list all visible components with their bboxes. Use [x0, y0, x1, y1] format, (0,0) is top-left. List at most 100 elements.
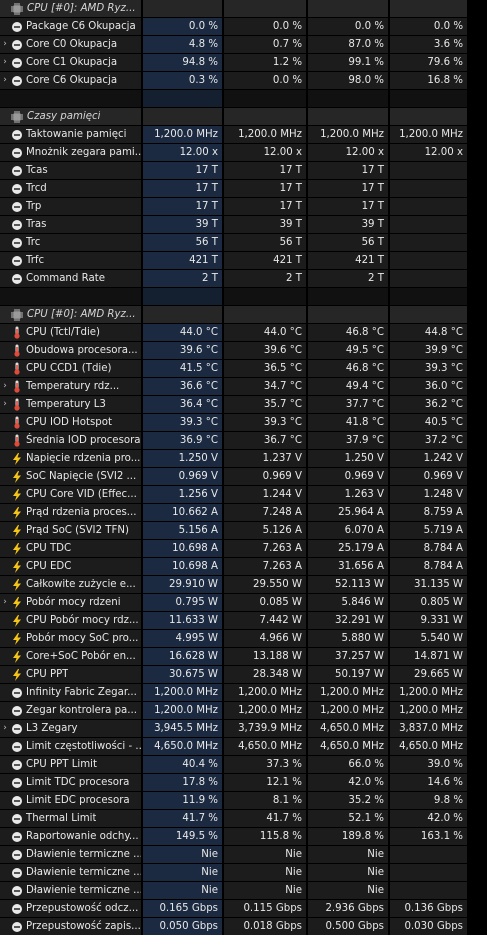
sensor-row[interactable]: Średnia IOD procesora 36.9 °C 36.7 °C 37.9 … [0, 432, 487, 449]
expand-chevron-icon[interactable]: › [0, 378, 10, 395]
sensor-row[interactable]: › Core C0 Okupacja 4.8 % 0.7 % 87.0 % 3.6 % [0, 36, 487, 53]
sensor-row[interactable]: SoC Napięcie (SVI2 ... 0.969 V 0.969 V 0.96… [0, 468, 487, 485]
value-minimum: 4.966 W [224, 630, 306, 647]
sensor-row[interactable]: CPU EDC 10.698 A 7.263 A 31.656 A 8.784 A [0, 558, 487, 575]
sensor-row[interactable]: Dławienie termiczne ... Nie Nie Nie [0, 864, 487, 881]
value-average [390, 180, 467, 197]
sensor-label: CPU IOD Hotspot [26, 417, 112, 428]
value-maximum: 98.0 % [308, 72, 388, 89]
sensor-row[interactable]: Infinity Fabric Zegar... 1,200.0 MHz 1,200… [0, 684, 487, 701]
value-maximum: 0.0 % [308, 18, 388, 35]
sensor-row[interactable]: Tras 39 T 39 T 39 T [0, 216, 487, 233]
sensor-row[interactable]: Limit częstotliwości - ... 4,650.0 MHz 4,6… [0, 738, 487, 755]
sensor-row[interactable]: Napięcie rdzenia pro... 1.250 V 1.237 V 1.2… [0, 450, 487, 467]
sensor-name-cell: Limit EDC procesora [0, 792, 141, 809]
expand-chevron-icon[interactable]: › [0, 72, 10, 89]
sensor-row[interactable]: Przepustowość zapis... 0.050 Gbps 0.018 Gb… [0, 918, 487, 935]
sensor-row[interactable]: Prąd SoC (SVI2 TFN) 5.156 A 5.126 A 6.070 A… [0, 522, 487, 539]
sensor-row[interactable]: Dławienie termiczne ... Nie Nie Nie [0, 846, 487, 863]
value-minimum: 17 T [224, 198, 306, 215]
value-maximum: 87.0 % [308, 36, 388, 53]
value-maximum: 1.250 V [308, 450, 388, 467]
value-average: 1.242 V [390, 450, 467, 467]
sensor-row[interactable]: Obudowa procesora... 39.6 °C 39.6 °C 49.5 °… [0, 342, 487, 359]
sensor-label: Thermal Limit [26, 813, 97, 824]
sensor-name-cell: Dławienie termiczne ... [0, 846, 141, 863]
sensor-row[interactable]: Trcd 17 T 17 T 17 T [0, 180, 487, 197]
sensor-row[interactable]: CPU TDC 10.698 A 7.263 A 25.179 A 8.784 A [0, 540, 487, 557]
section-header[interactable]: CPU [#0]: AMD Ryz... [0, 306, 487, 323]
value-maximum: 4,650.0 MHz [308, 738, 388, 755]
section-header[interactable]: Czasy pamięci [0, 108, 487, 125]
sensor-row[interactable]: › Temperatury rdz... 36.6 °C 34.7 °C 49.4 °C… [0, 378, 487, 395]
section-spacer [0, 90, 487, 107]
sensor-name-cell: Limit częstotliwości - ... [0, 738, 141, 755]
value-current: 17.8 % [143, 774, 222, 791]
sensor-name-cell [0, 288, 141, 305]
clock-icon [11, 21, 22, 32]
value-current: 39 T [143, 216, 222, 233]
sensor-name-cell: CPU PPT [0, 666, 141, 683]
value-average: 39.3 °C [390, 360, 467, 377]
clock-icon [11, 849, 22, 860]
value-maximum: 1,200.0 MHz [308, 126, 388, 143]
sensor-row[interactable]: › L3 Zegary 3,945.5 MHz 3,739.9 MHz 4,650.0 … [0, 720, 487, 737]
sensor-row[interactable]: CPU IOD Hotspot 39.3 °C 39.3 °C 41.8 °C 40.5… [0, 414, 487, 431]
sensor-label: Command Rate [26, 273, 105, 284]
expand-chevron-icon[interactable]: › [0, 720, 10, 737]
sensor-name-cell: Dławienie termiczne ... [0, 864, 141, 881]
value-minimum: 8.1 % [224, 792, 306, 809]
value-minimum: 4,650.0 MHz [224, 738, 306, 755]
sensor-row[interactable]: Limit TDC procesora 17.8 % 12.1 % 42.0 % 14.… [0, 774, 487, 791]
value-minimum: 0.7 % [224, 36, 306, 53]
expand-chevron-icon[interactable]: › [0, 396, 10, 413]
sensor-row[interactable]: CPU Pobór mocy rdz... 11.633 W 7.442 W 32.2… [0, 612, 487, 629]
value-minimum: 5.126 A [224, 522, 306, 539]
section-header[interactable]: CPU [#0]: AMD Ryz... [0, 0, 487, 17]
sensor-row[interactable]: Całkowite zużycie e... 29.910 W 29.550 W 52… [0, 576, 487, 593]
expand-chevron-icon[interactable]: › [0, 594, 10, 611]
value-average: 5.540 W [390, 630, 467, 647]
sensor-row[interactable]: Tcas 17 T 17 T 17 T [0, 162, 487, 179]
value-average: 0.805 W [390, 594, 467, 611]
sensor-row[interactable]: Zegar kontrolera pa... 1,200.0 MHz 1,200.0… [0, 702, 487, 719]
value-current: 30.675 W [143, 666, 222, 683]
value-maximum [308, 108, 388, 125]
sensor-row[interactable]: Dławienie termiczne ... Nie Nie Nie [0, 882, 487, 899]
sensor-row[interactable]: Trc 56 T 56 T 56 T [0, 234, 487, 251]
sensor-row[interactable]: CPU (Tctl/Tdie) 44.0 °C 44.0 °C 46.8 °C 44.8… [0, 324, 487, 341]
sensor-row[interactable]: › Temperatury L3 36.4 °C 35.7 °C 37.7 °C 36.2… [0, 396, 487, 413]
value-current: 94.8 % [143, 54, 222, 71]
sensor-name-cell: › Temperatury rdz... [0, 378, 141, 395]
sensor-row[interactable]: CPU PPT Limit 40.4 % 37.3 % 66.0 % 39.0 % [0, 756, 487, 773]
sensor-row[interactable]: Limit EDC procesora 11.9 % 8.1 % 35.2 % 9.8 … [0, 792, 487, 809]
sensor-row[interactable]: Core+SoC Pobór en... 16.628 W 13.188 W 37.2… [0, 648, 487, 665]
value-maximum: 17 T [308, 162, 388, 179]
sensor-row[interactable]: Trfc 421 T 421 T 421 T [0, 252, 487, 269]
sensor-row[interactable]: Pobór mocy SoC pro... 4.995 W 4.966 W 5.880… [0, 630, 487, 647]
sensor-row[interactable]: Raportowanie odchy... 149.5 % 115.8 % 189.8… [0, 828, 487, 845]
sensor-row[interactable]: › Core C6 Okupacja 0.3 % 0.0 % 98.0 % 16.8 % [0, 72, 487, 89]
sensor-row[interactable]: Prąd rdzenia proces... 10.662 A 7.248 A 25.… [0, 504, 487, 521]
sensor-row[interactable]: › Core C1 Okupacja 94.8 % 1.2 % 99.1 % 79.6 % [0, 54, 487, 71]
sensor-label: Taktowanie pamięci [26, 129, 127, 140]
sensor-row[interactable]: Mnożnik zegara pami... 12.00 x 12.00 x 12.0… [0, 144, 487, 161]
sensor-row[interactable]: Thermal Limit 41.7 % 41.7 % 52.1 % 42.0 % [0, 810, 487, 827]
value-average: 31.135 W [390, 576, 467, 593]
sensor-row[interactable]: CPU CCD1 (Tdie) 41.5 °C 36.5 °C 46.8 °C 39.3… [0, 360, 487, 377]
sensor-row[interactable]: CPU PPT 30.675 W 28.348 W 50.197 W 29.665 W [0, 666, 487, 683]
value-current [143, 90, 222, 107]
sensor-row[interactable]: Przepustowość odcz... 0.165 Gbps 0.115 Gbp… [0, 900, 487, 917]
clock-icon [11, 255, 22, 266]
sensor-name-cell: Command Rate [0, 270, 141, 287]
sensor-row[interactable]: CPU Core VID (Effec... 1.256 V 1.244 V 1.26… [0, 486, 487, 503]
sensor-row[interactable]: Taktowanie pamięci 1,200.0 MHz 1,200.0 MHz… [0, 126, 487, 143]
expand-chevron-icon[interactable]: › [0, 36, 10, 53]
sensor-row[interactable]: › Pobór mocy rdzeni 0.795 W 0.085 W 5.846 W0… [0, 594, 487, 611]
sensor-name-cell: CPU Pobór mocy rdz... [0, 612, 141, 629]
sensor-row[interactable]: Package C6 Okupacja 0.0 % 0.0 % 0.0 % 0.0 % [0, 18, 487, 35]
expand-chevron-icon[interactable]: › [0, 54, 10, 71]
sensor-label: Trfc [26, 255, 45, 266]
sensor-row[interactable]: Command Rate 2 T2 T2 T [0, 270, 487, 287]
sensor-row[interactable]: Trp 17 T 17 T 17 T [0, 198, 487, 215]
